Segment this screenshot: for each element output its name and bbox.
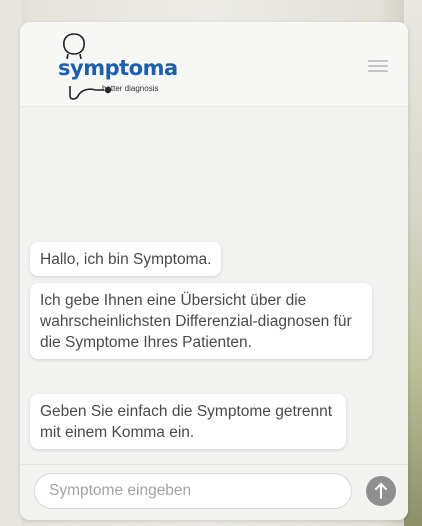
message-composer [20, 464, 408, 520]
bot-message-greeting: Hallo, ich bin Symptoma. [30, 242, 222, 276]
background-left [0, 0, 22, 526]
chat-header: symptoma better diagnosis [20, 22, 408, 107]
symptom-input[interactable] [34, 473, 352, 509]
message-list: Hallo, ich bin Symptoma. Ich gebe Ihnen … [20, 106, 408, 462]
brand-logo: symptoma better diagnosis [40, 30, 200, 102]
brand-name: symptoma [58, 56, 178, 80]
chat-widget: symptoma better diagnosis Hallo, ich bin… [20, 22, 408, 520]
send-button[interactable] [366, 476, 396, 506]
brand-tagline: better diagnosis [102, 84, 159, 93]
bot-message-instructions: Geben Sie einfach die Symptome getrennt … [30, 394, 346, 449]
arrow-up-icon [375, 483, 387, 499]
bot-message-intro: Ich gebe Ihnen eine Übersicht über die w… [30, 283, 372, 359]
hamburger-menu-icon[interactable] [368, 60, 388, 72]
